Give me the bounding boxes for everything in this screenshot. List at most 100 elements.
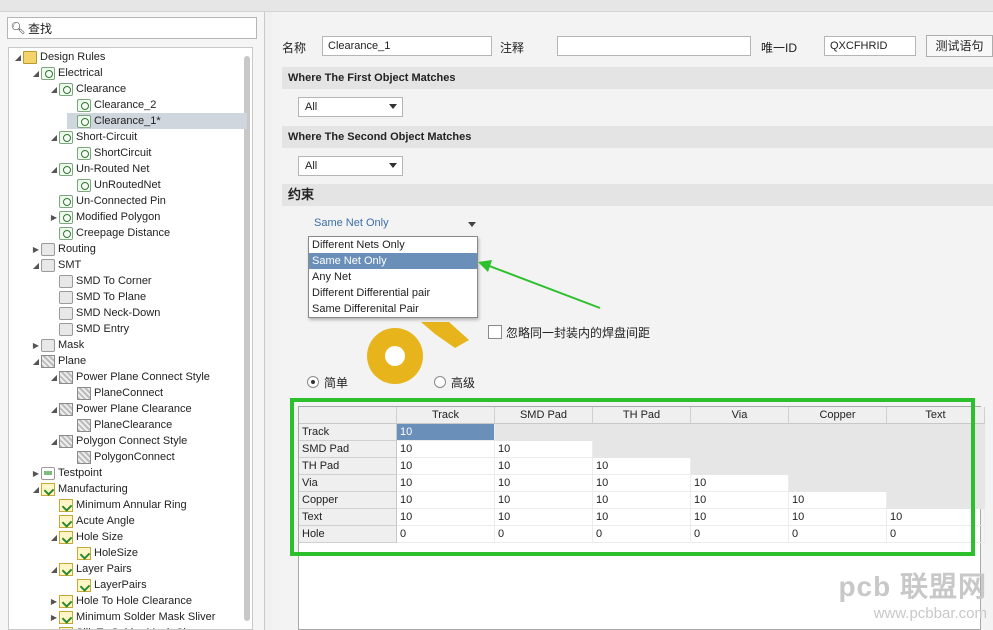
tree-item[interactable]: ▶Silk To Solder Mask Clearance	[49, 625, 226, 629]
advanced-radio[interactable]	[434, 376, 446, 388]
first-object-select[interactable]: All	[298, 97, 403, 117]
expanded-arrow-icon[interactable]: ◢	[49, 437, 59, 446]
tree-item[interactable]: ◢ Electrical	[31, 65, 103, 81]
tree-scrollbar[interactable]	[244, 56, 250, 621]
matrix-value-cell[interactable]: 10	[397, 424, 495, 441]
tree-item[interactable]: ▶ Testpoint	[31, 465, 102, 481]
matrix-value-cell[interactable]: 10	[397, 475, 495, 492]
net-scope-option[interactable]: Any Net	[309, 269, 477, 285]
tree-item[interactable]: ▶ Routing	[31, 241, 96, 257]
matrix-value-cell[interactable]: 10	[593, 492, 691, 509]
collapsed-arrow-icon[interactable]: ▶	[31, 469, 41, 478]
tree-item[interactable]: ◢ Power Plane Clearance	[49, 401, 192, 417]
matrix-value-cell[interactable]: 10	[789, 492, 887, 509]
tree-item[interactable]: ◢ Un-Routed Net	[49, 161, 149, 177]
test-query-button[interactable]: 测试语句	[926, 35, 993, 57]
expanded-arrow-icon[interactable]: ◢	[49, 373, 59, 382]
matrix-value-cell[interactable]: 10	[495, 492, 593, 509]
expanded-arrow-icon[interactable]: ◢	[49, 533, 59, 542]
tree-item[interactable]: PlaneClearance	[67, 417, 172, 433]
net-scope-option[interactable]: Same Differenital Pair	[309, 301, 477, 317]
matrix-value-cell[interactable]: 10	[495, 458, 593, 475]
second-object-select[interactable]: All	[298, 156, 403, 176]
matrix-value-cell[interactable]: 10	[495, 475, 593, 492]
tree-item[interactable]: Un-Connected Pin	[49, 193, 166, 209]
expanded-arrow-icon[interactable]: ◢	[13, 53, 23, 62]
matrix-value-cell[interactable]: 10	[397, 441, 495, 458]
tree-item[interactable]: Clearance_2	[67, 97, 156, 113]
matrix-value-cell[interactable]: 10	[397, 492, 495, 509]
tree-item[interactable]: ▶ Minimum Solder Mask Sliver	[49, 609, 215, 625]
net-scope-option[interactable]: Different Nets Only	[309, 237, 477, 253]
expanded-arrow-icon[interactable]: ◢	[31, 69, 41, 78]
matrix-value-cell[interactable]: 10	[397, 509, 495, 526]
tree-item[interactable]: ◢ Manufacturing	[31, 481, 128, 497]
expanded-arrow-icon[interactable]: ◢	[49, 85, 59, 94]
net-scope-option[interactable]: Different Differential pair	[309, 285, 477, 301]
expanded-arrow-icon[interactable]: ◢	[31, 485, 41, 494]
matrix-value-cell[interactable]: 0	[593, 526, 691, 543]
matrix-value-cell[interactable]: 10	[887, 509, 985, 526]
tree-item[interactable]: ◢ Clearance	[49, 81, 126, 97]
tree-item[interactable]: ◢ Design Rules	[13, 49, 105, 65]
tree-item[interactable]: ◢ Hole Size	[49, 529, 123, 545]
tree-item[interactable]: ▶ Hole To Hole Clearance	[49, 593, 192, 609]
tree-item[interactable]: ◢ Plane	[31, 353, 86, 369]
matrix-value-cell[interactable]: 10	[593, 509, 691, 526]
ignore-pads-checkbox[interactable]	[488, 325, 502, 339]
matrix-value-cell[interactable]: 10	[691, 492, 789, 509]
tree-item[interactable]: PolygonConnect	[67, 449, 175, 465]
collapsed-arrow-icon[interactable]: ▶	[49, 597, 59, 606]
tree-item[interactable]: SMD Neck-Down	[49, 305, 160, 321]
expanded-arrow-icon[interactable]: ◢	[49, 133, 59, 142]
tree-item[interactable]: ◢ Polygon Connect Style	[49, 433, 187, 449]
expanded-arrow-icon[interactable]: ◢	[31, 357, 41, 366]
search-box[interactable]: 🔍︎ 查找	[7, 17, 257, 39]
matrix-value-cell[interactable]: 10	[691, 509, 789, 526]
matrix-value-cell[interactable]: 10	[593, 458, 691, 475]
comment-field[interactable]	[557, 36, 751, 56]
collapsed-arrow-icon[interactable]: ▶	[31, 245, 41, 254]
matrix-value-cell[interactable]: 10	[495, 509, 593, 526]
tree-item[interactable]: SMD To Plane	[49, 289, 146, 305]
matrix-value-cell[interactable]: 0	[691, 526, 789, 543]
expanded-arrow-icon[interactable]: ◢	[31, 261, 41, 270]
matrix-value-cell[interactable]: 0	[397, 526, 495, 543]
tree-item[interactable]: SMD Entry	[49, 321, 129, 337]
matrix-value-cell[interactable]: 10	[593, 475, 691, 492]
tree-item[interactable]: UnRoutedNet	[67, 177, 161, 193]
name-field[interactable]: Clearance_1	[322, 36, 492, 56]
tree-item[interactable]: LayerPairs	[67, 577, 147, 593]
tree-item[interactable]: SMD To Corner	[49, 273, 152, 289]
matrix-value-cell[interactable]: 10	[397, 458, 495, 475]
matrix-value-cell[interactable]: 10	[691, 475, 789, 492]
tree-item[interactable]: Minimum Annular Ring	[49, 497, 187, 513]
tree-item[interactable]: Clearance_1*	[67, 113, 247, 129]
collapsed-arrow-icon[interactable]: ▶	[49, 213, 59, 222]
tree-item[interactable]: Acute Angle	[49, 513, 135, 529]
matrix-value-cell[interactable]: 10	[495, 441, 593, 458]
net-scope-option[interactable]: Same Net Only	[309, 253, 477, 269]
tree-item[interactable]: ◢ Layer Pairs	[49, 561, 132, 577]
matrix-value-cell[interactable]: 10	[789, 509, 887, 526]
tree-item[interactable]: ▶ Modified Polygon	[49, 209, 160, 225]
simple-radio[interactable]	[307, 376, 319, 388]
tree-item[interactable]: ◢ Short-Circuit	[49, 129, 137, 145]
unique-id-field[interactable]: QXCFHRID	[824, 36, 916, 56]
tree-item[interactable]: HoleSize	[67, 545, 138, 561]
tree-item[interactable]: ◢ SMT	[31, 257, 81, 273]
tree-item[interactable]: Creepage Distance	[49, 225, 170, 241]
expanded-arrow-icon[interactable]: ◢	[49, 165, 59, 174]
collapsed-arrow-icon[interactable]: ▶	[49, 613, 59, 622]
matrix-value-cell[interactable]: 0	[789, 526, 887, 543]
collapsed-arrow-icon[interactable]: ▶	[31, 341, 41, 350]
tree-item[interactable]: ▶ Mask	[31, 337, 84, 353]
expanded-arrow-icon[interactable]: ◢	[49, 405, 59, 414]
matrix-value-cell[interactable]: 0	[887, 526, 985, 543]
tree-item[interactable]: ShortCircuit	[67, 145, 151, 161]
tree-item[interactable]: PlaneConnect	[67, 385, 163, 401]
tree-item[interactable]: ◢ Power Plane Connect Style	[49, 369, 210, 385]
expanded-arrow-icon[interactable]: ◢	[49, 565, 59, 574]
net-scope-dropdown[interactable]: Same Net Only	[314, 217, 476, 233]
matrix-value-cell[interactable]: 0	[495, 526, 593, 543]
